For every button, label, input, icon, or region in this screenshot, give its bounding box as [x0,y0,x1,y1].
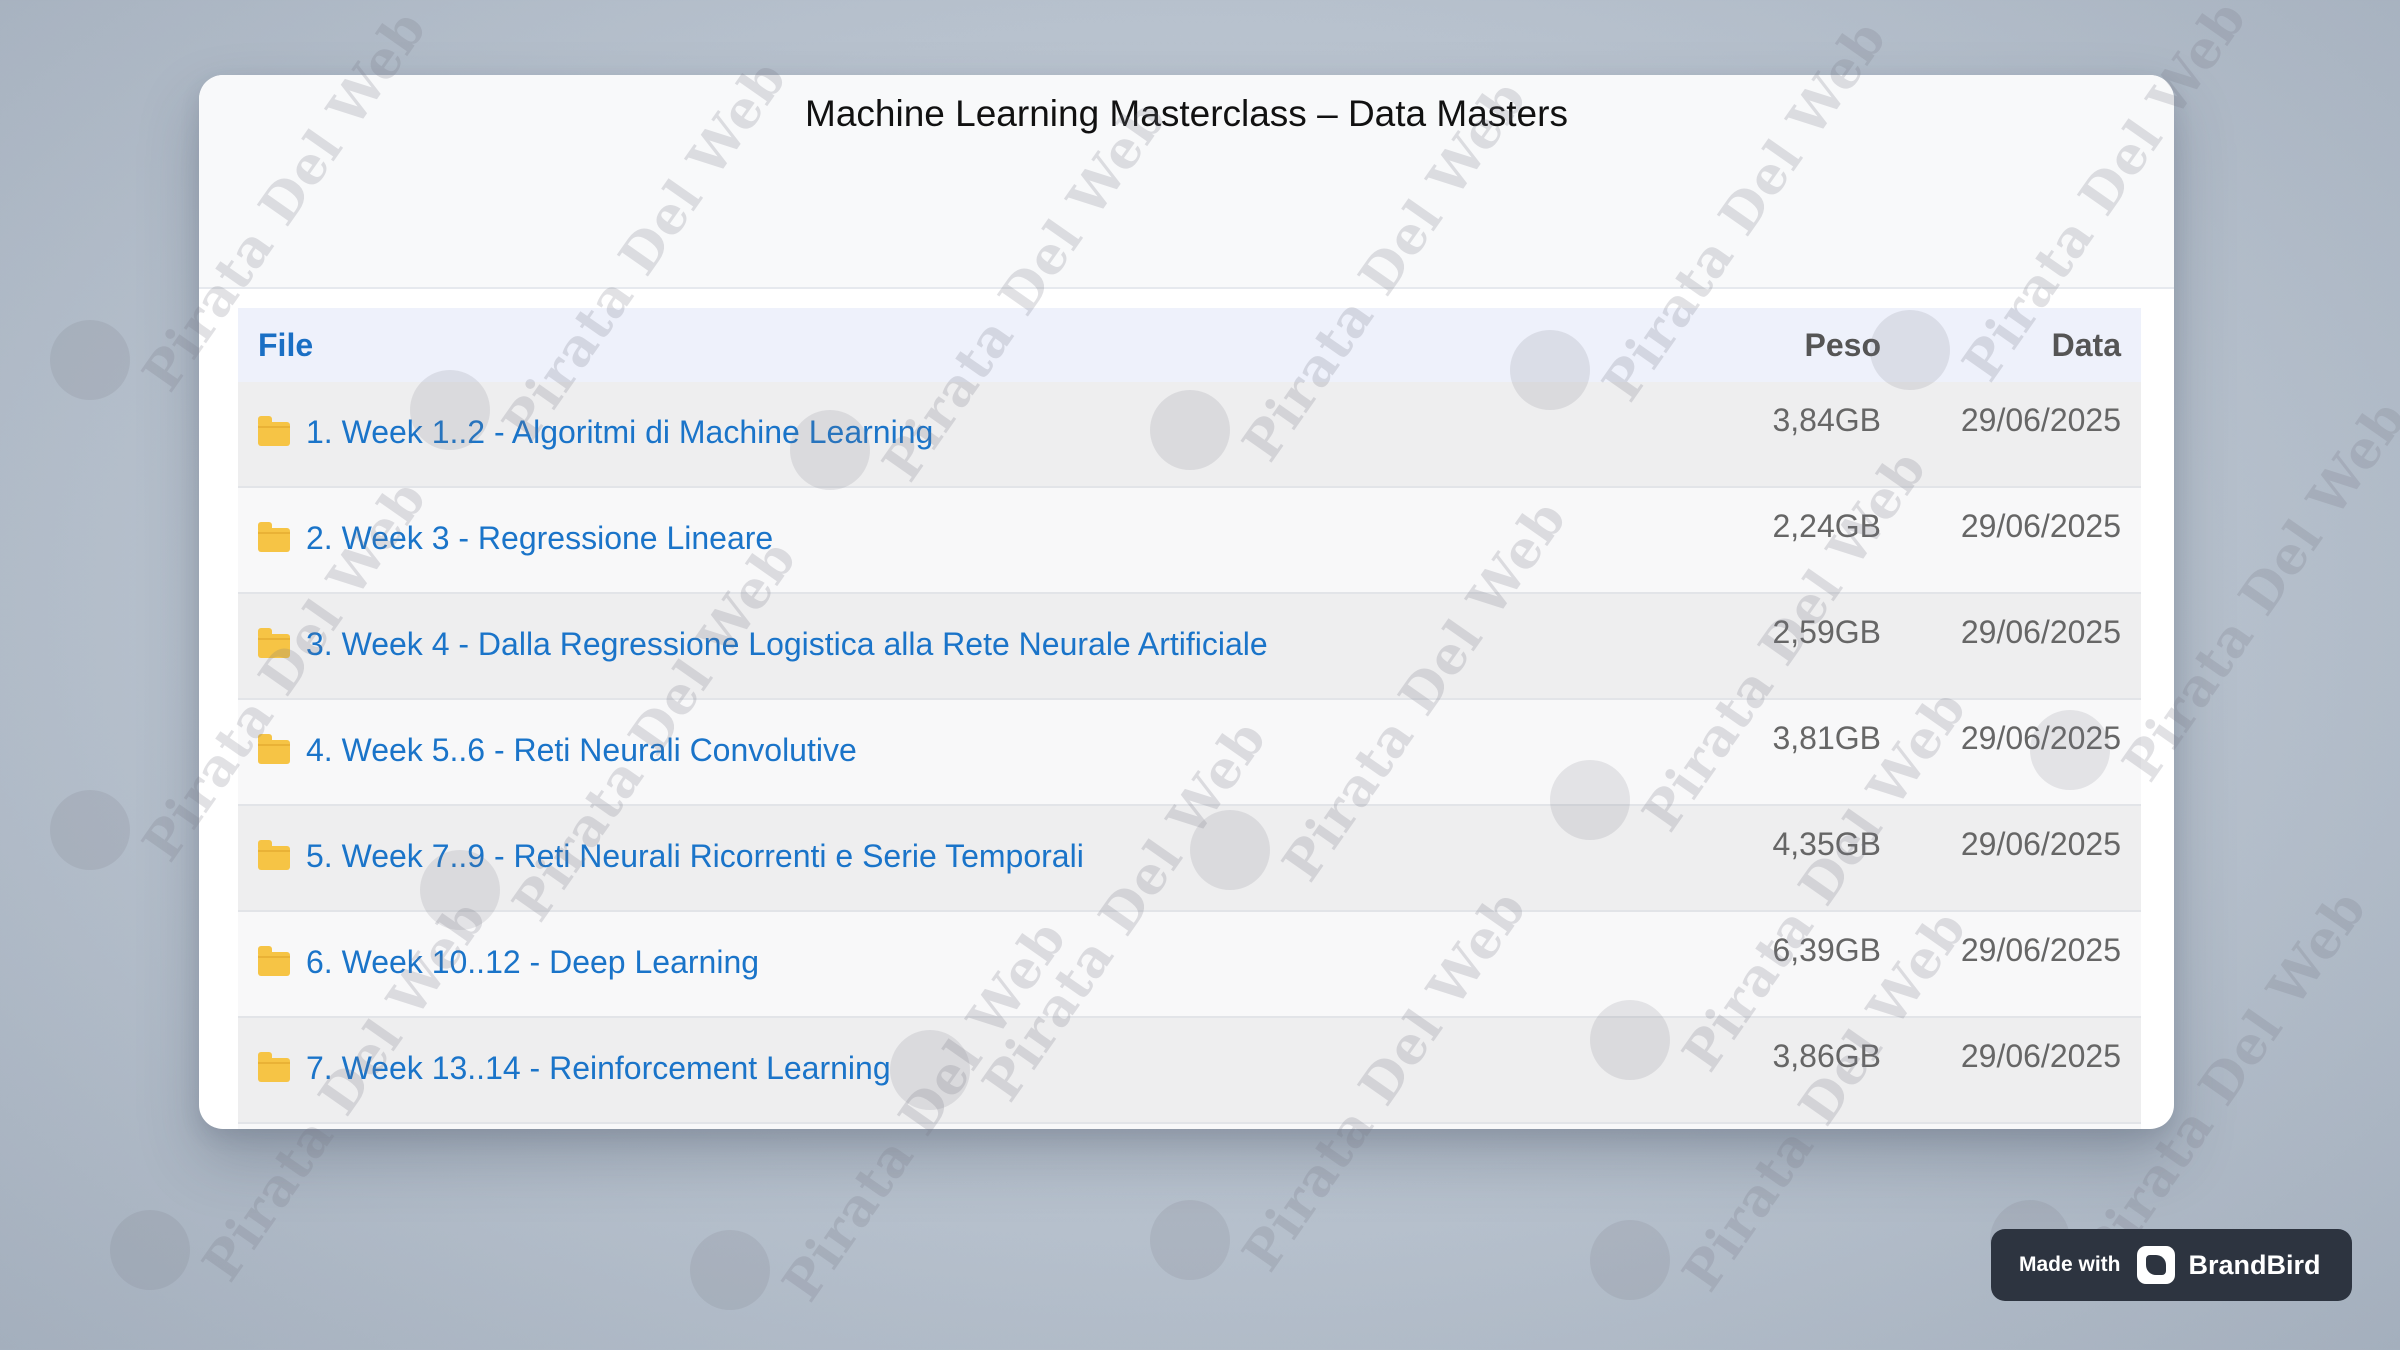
table-row[interactable]: 1. Week 1..2 - Algoritmi di Machine Lear… [238,382,2141,488]
cell-size: 3,84GB [1661,382,1901,488]
cell-date: 29/06/2025 [1901,593,2141,700]
cell-file: 2. Week 3 - Regressione Lineare [238,487,1661,594]
column-header-date[interactable]: Data [1901,308,2141,382]
badge-brand-name: BrandBird [2188,1249,2321,1280]
folder-link[interactable]: 5. Week 7..9 - Reti Neurali Ricorrenti e… [258,838,1084,875]
folder-link[interactable]: 6. Week 10..12 - Deep Learning [258,944,759,981]
folder-icon [258,628,290,659]
folder-link[interactable]: 7. Week 13..14 - Reinforcement Learning [258,1050,891,1087]
cell-size: 6,39GB [1661,911,1901,1018]
table-header-row: File Peso Data [238,308,2141,382]
folder-name: 5. Week 7..9 - Reti Neurali Ricorrenti e… [306,837,1084,874]
watermark-pirate-icon [690,1230,770,1310]
folder-icon [258,840,290,871]
made-with-badge[interactable]: Made with BrandBird [1991,1229,2352,1301]
cell-file: 8. Test Finale Machine Learning Mastercl… [238,1123,1661,1129]
cell-date: 29/06/2025 [1901,699,2141,806]
file-table-body: 1. Week 1..2 - Algoritmi di Machine Lear… [238,382,2141,1129]
table-row[interactable]: 6. Week 10..12 - Deep Learning 6,39GB 29/0… [238,911,2141,1018]
file-table-wrapper: File Peso Data 1. Week 1..2 - Algoritmi … [238,308,2141,1129]
watermark-pirate-icon [1150,1200,1230,1280]
table-row[interactable]: 7. Week 13..14 - Reinforcement Learning 3… [238,1017,2141,1124]
cell-date: 29/06/2025 [1901,911,2141,1018]
watermark-pirate-icon [50,790,130,870]
brandbird-logo-icon [2136,1246,2175,1284]
folder-link[interactable]: 4. Week 5..6 - Reti Neurali Convolutive [258,732,857,769]
cell-file: 4. Week 5..6 - Reti Neurali Convolutive [238,699,1661,806]
table-row[interactable]: 5. Week 7..9 - Reti Neurali Ricorrenti e… [238,805,2141,912]
table-row[interactable]: 2. Week 3 - Regressione Lineare 2,24GB 29/… [238,487,2141,594]
card-header: Machine Learning Masterclass – Data Mast… [199,75,2174,289]
cell-size: 229,78KB [1661,1123,1901,1129]
table-row[interactable]: 4. Week 5..6 - Reti Neurali Convolutive 3… [238,699,2141,806]
table-row[interactable]: 8. Test Finale Machine Learning Mastercl… [238,1123,2141,1129]
cell-date: 29/06/2025 [1901,487,2141,594]
page-title: Machine Learning Masterclass – Data Mast… [805,93,1568,134]
folder-link[interactable]: 1. Week 1..2 - Algoritmi di Machine Lear… [258,414,933,451]
file-table: File Peso Data 1. Week 1..2 - Algoritmi … [238,308,2141,1129]
watermark-pirate-icon [50,320,130,400]
folder-icon [258,734,290,765]
watermark-pirate-icon [110,1210,190,1290]
cell-size: 2,59GB [1661,593,1901,700]
cell-date: 29/06/2025 [1901,1017,2141,1124]
file-listing-card: Machine Learning Masterclass – Data Mast… [199,75,2174,1129]
folder-name: 3. Week 4 - Dalla Regressione Logistica … [306,625,1268,662]
folder-link[interactable]: 3. Week 4 - Dalla Regressione Logistica … [258,626,1268,663]
cell-size: 3,86GB [1661,1017,1901,1124]
cell-file: 3. Week 4 - Dalla Regressione Logistica … [238,593,1661,700]
column-header-size[interactable]: Peso [1661,308,1901,382]
folder-icon [258,416,290,447]
cell-file: 7. Week 13..14 - Reinforcement Learning [238,1017,1661,1124]
cell-date: 29/06/2025 [1901,382,2141,488]
folder-name: 2. Week 3 - Regressione Lineare [306,519,774,556]
folder-name: 4. Week 5..6 - Reti Neurali Convolutive [306,731,857,768]
table-row[interactable]: 3. Week 4 - Dalla Regressione Logistica … [238,593,2141,700]
folder-icon [258,946,290,977]
folder-link[interactable]: 2. Week 3 - Regressione Lineare [258,520,773,557]
folder-name: 1. Week 1..2 - Algoritmi di Machine Lear… [306,413,934,450]
cell-file: 1. Week 1..2 - Algoritmi di Machine Lear… [238,382,1661,488]
folder-icon [258,1052,290,1083]
badge-made-with-text: Made with [2019,1253,2121,1276]
cell-size: 4,35GB [1661,805,1901,912]
cell-date: 29/06/2025 [1901,1123,2141,1129]
cell-file: 5. Week 7..9 - Reti Neurali Ricorrenti e… [238,805,1661,912]
column-header-file[interactable]: File [238,308,1661,382]
cell-file: 6. Week 10..12 - Deep Learning [238,911,1661,1018]
cell-date: 29/06/2025 [1901,805,2141,912]
cell-size: 3,81GB [1661,699,1901,806]
folder-name: 7. Week 13..14 - Reinforcement Learning [306,1049,891,1086]
watermark-pirate-icon [1590,1220,1670,1300]
folder-icon [258,522,290,553]
cell-size: 2,24GB [1661,487,1901,594]
folder-name: 6. Week 10..12 - Deep Learning [306,943,760,980]
